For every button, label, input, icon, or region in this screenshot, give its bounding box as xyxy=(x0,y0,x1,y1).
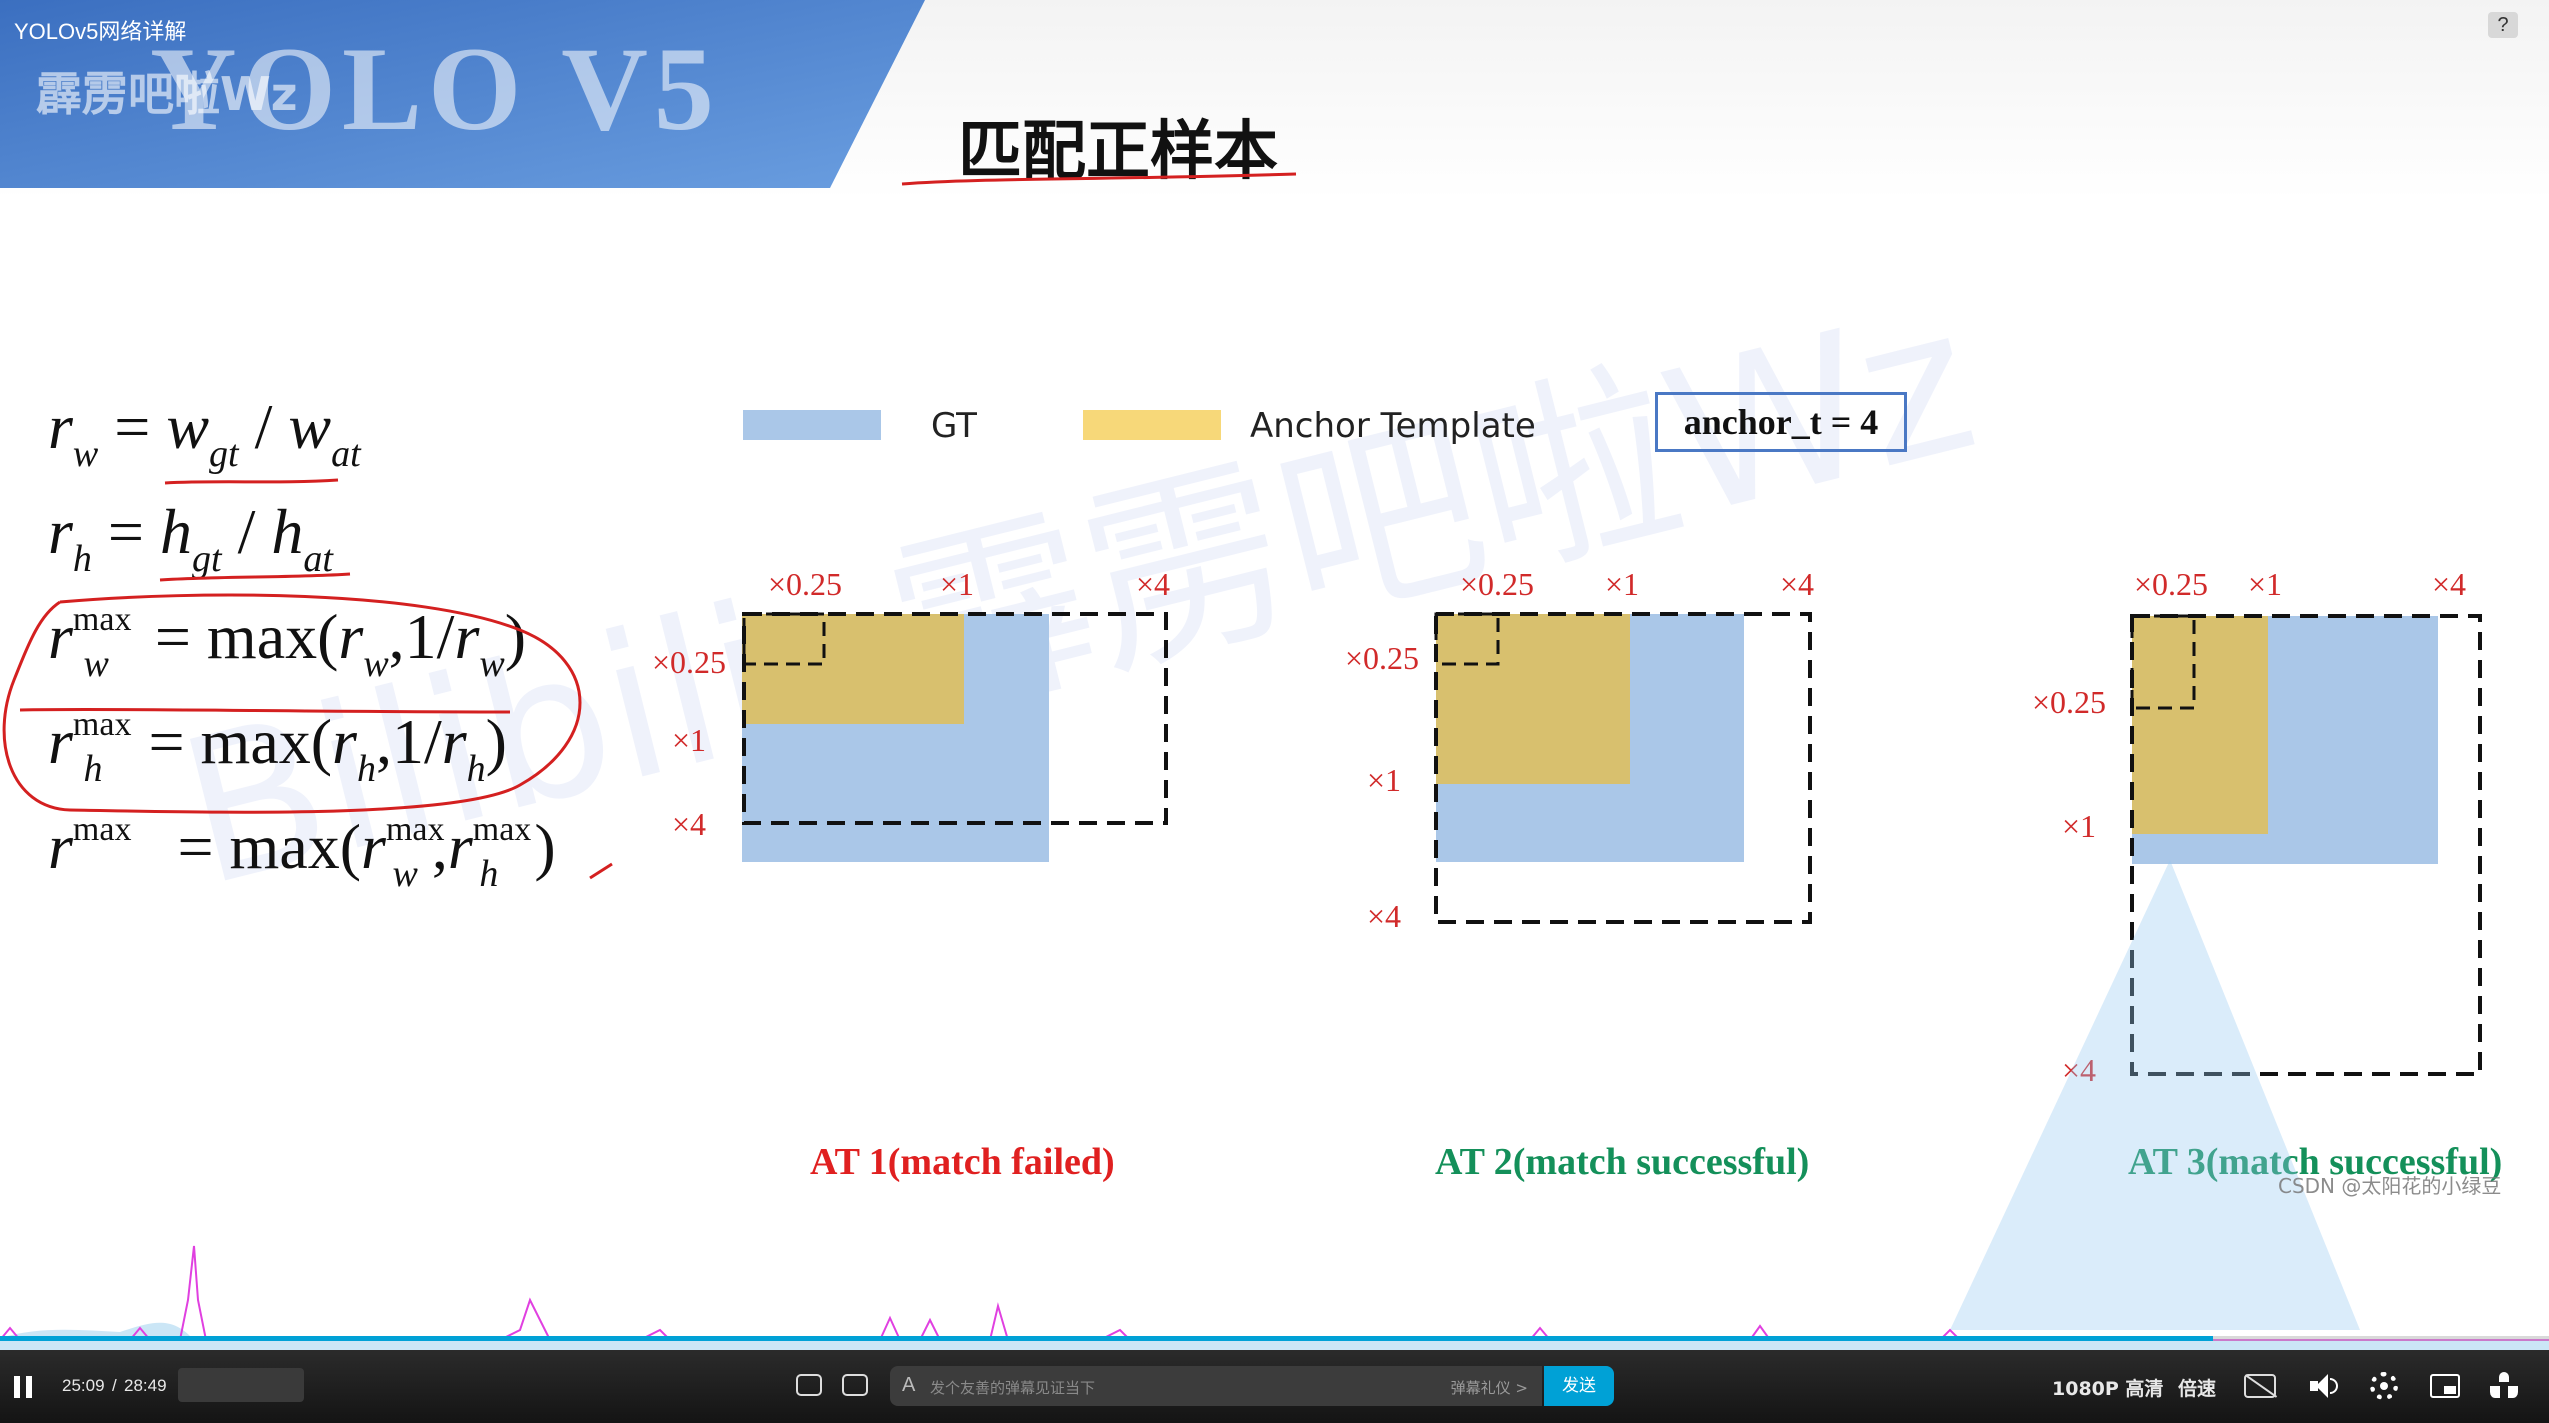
legend-anchor-label: Anchor Template xyxy=(1250,406,1536,446)
settings-gear-icon[interactable] xyxy=(2370,1372,2398,1400)
fullscreen-icon[interactable] xyxy=(2490,1372,2518,1400)
anchor-threshold-box: anchor_t = 4 xyxy=(1655,392,1907,452)
at3-top-scale-025: ×0.25 xyxy=(2134,566,2209,602)
legend-gt-swatch xyxy=(743,410,881,440)
at1-left-scale-025: ×0.25 xyxy=(652,644,727,680)
window-control-icon[interactable] xyxy=(2478,12,2486,38)
quality-button[interactable]: 1080P 高清 xyxy=(2052,1374,2163,1401)
volume-icon[interactable] xyxy=(2310,1372,2340,1400)
at2-left-scale-025: ×0.25 xyxy=(1345,640,1420,676)
at2-left-scale-4: ×4 xyxy=(1367,898,1402,934)
total-time: 28:49 xyxy=(124,1376,167,1395)
diagram-at2 xyxy=(1434,612,1812,924)
video-title: YOLOv5网络详解 xyxy=(14,19,187,44)
pen-annotations xyxy=(2,478,613,880)
at1-left-scale-1: ×1 xyxy=(672,722,707,758)
time-input-field[interactable] xyxy=(178,1368,304,1402)
send-danmaku-button[interactable]: 发送 xyxy=(1544,1366,1614,1406)
legend-anchor-swatch xyxy=(1083,410,1221,440)
pause-icon[interactable] xyxy=(14,1376,34,1398)
help-icon[interactable]: ? xyxy=(2488,12,2518,38)
at2-top-scale-025: ×0.25 xyxy=(1460,566,1535,602)
danmaku-placeholder: 发个友善的弹幕见证当下 xyxy=(930,1379,1096,1397)
heading-underline xyxy=(901,172,1297,186)
picture-in-picture-icon[interactable] xyxy=(2430,1374,2460,1398)
progress-fill xyxy=(0,1336,2213,1341)
danmaku-density-graph xyxy=(0,1245,2549,1350)
danmaku-a-icon[interactable]: A xyxy=(902,1374,915,1397)
danmaku-etiquette-link[interactable]: 弹幕礼仪 > xyxy=(1451,1377,1528,1398)
at1-top-scale-025: ×0.25 xyxy=(768,566,843,602)
csdn-watermark: CSDN @太阳花的小绿豆 xyxy=(2278,1174,2502,1198)
player-control-bar: 25:09 / 28:49 A 发个友善的弹幕见证当下 弹幕礼仪 > 发送 10… xyxy=(0,1350,2549,1423)
watermark-overlay: 霹雳吧啦Wz xyxy=(36,67,298,121)
danmaku-settings-icon[interactable] xyxy=(842,1374,868,1396)
at1-left-scale-4: ×4 xyxy=(672,806,707,842)
at1-caption: AT 1(match failed) xyxy=(810,1141,1115,1183)
danmaku-toggle-icon[interactable] xyxy=(796,1374,822,1396)
legend-gt-label: GT xyxy=(931,406,977,446)
time-separator: / xyxy=(112,1376,117,1395)
at3-left-scale-1: ×1 xyxy=(2062,808,2097,844)
at2-top-scale-4: ×4 xyxy=(1780,566,1815,602)
danmaku-input[interactable]: A 发个友善的弹幕见证当下 弹幕礼仪 > xyxy=(890,1366,1542,1406)
subtitle-off-icon[interactable] xyxy=(2244,1374,2278,1398)
diagram-at1 xyxy=(742,612,1168,862)
at2-left-scale-1: ×1 xyxy=(1367,762,1402,798)
speed-button[interactable]: 倍速 xyxy=(2178,1374,2216,1401)
at3-top-scale-4: ×4 xyxy=(2432,566,2467,602)
at3-left-scale-025: ×0.25 xyxy=(2032,684,2107,720)
at3-top-scale-1: ×1 xyxy=(2248,566,2283,602)
at2-top-scale-1: ×1 xyxy=(1605,566,1640,602)
current-time: 25:09 xyxy=(62,1376,105,1395)
at2-caption: AT 2(match successful) xyxy=(1435,1141,1810,1183)
slide-area: YOLO V5 霹雳吧啦Wz YOLOv5网络详解 ? 匹配正样本 Bilibi… xyxy=(0,0,2549,1350)
at1-top-scale-4: ×4 xyxy=(1136,566,1171,602)
at1-top-scale-1: ×1 xyxy=(940,566,975,602)
